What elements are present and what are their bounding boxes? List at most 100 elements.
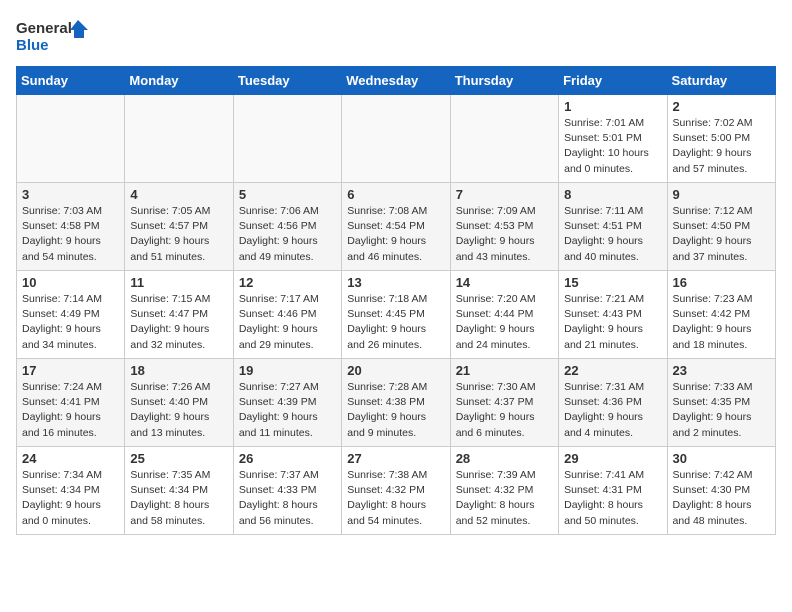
day-number: 30 bbox=[673, 451, 770, 466]
weekday-header-friday: Friday bbox=[559, 67, 667, 95]
day-info: Sunrise: 7:14 AMSunset: 4:49 PMDaylight:… bbox=[22, 292, 119, 353]
day-info: Sunrise: 7:15 AMSunset: 4:47 PMDaylight:… bbox=[130, 292, 227, 353]
calendar-cell: 21Sunrise: 7:30 AMSunset: 4:37 PMDayligh… bbox=[450, 359, 558, 447]
day-number: 28 bbox=[456, 451, 553, 466]
calendar-cell: 3 Sunrise: 7:03 AMSunset: 4:58 PMDaylight… bbox=[17, 183, 125, 271]
day-number: 13 bbox=[347, 275, 444, 290]
day-info: Sunrise: 7:09 AMSunset: 4:53 PMDaylight:… bbox=[456, 204, 553, 265]
day-number: 11 bbox=[130, 275, 227, 290]
day-info: Sunrise: 7:05 AMSunset: 4:57 PMDaylight:… bbox=[130, 204, 227, 265]
calendar-cell: 18 Sunrise: 7:26 AMSunset: 4:40 PMDayligh… bbox=[125, 359, 233, 447]
calendar-cell: 23 Sunrise: 7:33 AMSunset: 4:35 PMDayligh… bbox=[667, 359, 775, 447]
weekday-header-thursday: Thursday bbox=[450, 67, 558, 95]
calendar-header-row: SundayMondayTuesdayWednesdayThursdayFrid… bbox=[17, 67, 776, 95]
day-info: Sunrise: 7:33 AMSunset: 4:35 PMDaylight:… bbox=[673, 380, 770, 441]
day-info: Sunrise: 7:31 AMSunset: 4:36 PMDaylight:… bbox=[564, 380, 661, 441]
calendar-cell: 27Sunrise: 7:38 AMSunset: 4:32 PMDayligh… bbox=[342, 447, 450, 535]
day-info: Sunrise: 7:18 AMSunset: 4:45 PMDaylight:… bbox=[347, 292, 444, 353]
calendar-table: SundayMondayTuesdayWednesdayThursdayFrid… bbox=[16, 66, 776, 535]
calendar-cell: 7 Sunrise: 7:09 AMSunset: 4:53 PMDaylight… bbox=[450, 183, 558, 271]
day-info: Sunrise: 7:21 AMSunset: 4:43 PMDaylight:… bbox=[564, 292, 661, 353]
day-number: 19 bbox=[239, 363, 336, 378]
calendar-cell: 19 Sunrise: 7:27 AMSunset: 4:39 PMDayligh… bbox=[233, 359, 341, 447]
weekday-header-wednesday: Wednesday bbox=[342, 67, 450, 95]
day-info: Sunrise: 7:08 AMSunset: 4:54 PMDaylight:… bbox=[347, 204, 444, 265]
day-number: 16 bbox=[673, 275, 770, 290]
day-number: 18 bbox=[130, 363, 227, 378]
logo-icon: GeneralBlue bbox=[16, 16, 96, 56]
weekday-header-tuesday: Tuesday bbox=[233, 67, 341, 95]
calendar-cell bbox=[233, 95, 341, 183]
day-number: 7 bbox=[456, 187, 553, 202]
calendar-cell: 29 Sunrise: 7:41 AMSunset: 4:31 PMDayligh… bbox=[559, 447, 667, 535]
calendar-cell bbox=[17, 95, 125, 183]
day-number: 5 bbox=[239, 187, 336, 202]
day-number: 9 bbox=[673, 187, 770, 202]
calendar-cell: 17 Sunrise: 7:24 AMSunset: 4:41 PMDayligh… bbox=[17, 359, 125, 447]
day-info: Sunrise: 7:23 AMSunset: 4:42 PMDaylight:… bbox=[673, 292, 770, 353]
calendar-cell: 20 Sunrise: 7:28 AMSunset: 4:38 PMDayligh… bbox=[342, 359, 450, 447]
day-info: Sunrise: 7:06 AMSunset: 4:56 PMDaylight:… bbox=[239, 204, 336, 265]
weekday-header-monday: Monday bbox=[125, 67, 233, 95]
day-number: 15 bbox=[564, 275, 661, 290]
calendar-cell: 2 Sunrise: 7:02 AMSunset: 5:00 PMDaylight… bbox=[667, 95, 775, 183]
day-info: Sunrise: 7:02 AMSunset: 5:00 PMDaylight:… bbox=[673, 116, 770, 177]
day-number: 26 bbox=[239, 451, 336, 466]
calendar-cell: 30 Sunrise: 7:42 AMSunset: 4:30 PMDayligh… bbox=[667, 447, 775, 535]
day-info: Sunrise: 7:41 AMSunset: 4:31 PMDaylight:… bbox=[564, 468, 661, 529]
calendar-cell: 22 Sunrise: 7:31 AMSunset: 4:36 PMDayligh… bbox=[559, 359, 667, 447]
calendar-cell: 6 Sunrise: 7:08 AMSunset: 4:54 PMDaylight… bbox=[342, 183, 450, 271]
day-info: Sunrise: 7:03 AMSunset: 4:58 PMDaylight:… bbox=[22, 204, 119, 265]
calendar-cell bbox=[342, 95, 450, 183]
day-number: 29 bbox=[564, 451, 661, 466]
day-info: Sunrise: 7:42 AMSunset: 4:30 PMDaylight:… bbox=[673, 468, 770, 529]
calendar-cell: 8Sunrise: 7:11 AMSunset: 4:51 PMDaylight… bbox=[559, 183, 667, 271]
day-info: Sunrise: 7:20 AMSunset: 4:44 PMDaylight:… bbox=[456, 292, 553, 353]
day-info: Sunrise: 7:28 AMSunset: 4:38 PMDaylight:… bbox=[347, 380, 444, 441]
day-info: Sunrise: 7:26 AMSunset: 4:40 PMDaylight:… bbox=[130, 380, 227, 441]
calendar-cell bbox=[125, 95, 233, 183]
calendar-cell: 5 Sunrise: 7:06 AMSunset: 4:56 PMDaylight… bbox=[233, 183, 341, 271]
day-info: Sunrise: 7:17 AMSunset: 4:46 PMDaylight:… bbox=[239, 292, 336, 353]
day-number: 8 bbox=[564, 187, 661, 202]
calendar-cell: 10 Sunrise: 7:14 AMSunset: 4:49 PMDayligh… bbox=[17, 271, 125, 359]
day-number: 17 bbox=[22, 363, 119, 378]
calendar-cell: 28Sunrise: 7:39 AMSunset: 4:32 PMDayligh… bbox=[450, 447, 558, 535]
day-number: 23 bbox=[673, 363, 770, 378]
day-number: 2 bbox=[673, 99, 770, 114]
day-info: Sunrise: 7:27 AMSunset: 4:39 PMDaylight:… bbox=[239, 380, 336, 441]
calendar-cell: 14 Sunrise: 7:20 AMSunset: 4:44 PMDayligh… bbox=[450, 271, 558, 359]
calendar-cell: 4 Sunrise: 7:05 AMSunset: 4:57 PMDaylight… bbox=[125, 183, 233, 271]
day-info: Sunrise: 7:01 AMSunset: 5:01 PMDaylight:… bbox=[564, 116, 661, 177]
calendar-week-1: 1Sunrise: 7:01 AMSunset: 5:01 PMDaylight… bbox=[17, 95, 776, 183]
day-number: 4 bbox=[130, 187, 227, 202]
weekday-header-sunday: Sunday bbox=[17, 67, 125, 95]
calendar-week-5: 24 Sunrise: 7:34 AMSunset: 4:34 PMDayligh… bbox=[17, 447, 776, 535]
day-info: Sunrise: 7:34 AMSunset: 4:34 PMDaylight:… bbox=[22, 468, 119, 529]
svg-text:General: General bbox=[16, 20, 72, 37]
calendar-cell: 9 Sunrise: 7:12 AMSunset: 4:50 PMDaylight… bbox=[667, 183, 775, 271]
day-number: 10 bbox=[22, 275, 119, 290]
day-info: Sunrise: 7:24 AMSunset: 4:41 PMDaylight:… bbox=[22, 380, 119, 441]
day-info: Sunrise: 7:37 AMSunset: 4:33 PMDaylight:… bbox=[239, 468, 336, 529]
calendar-cell: 1Sunrise: 7:01 AMSunset: 5:01 PMDaylight… bbox=[559, 95, 667, 183]
calendar-cell: 13 Sunrise: 7:18 AMSunset: 4:45 PMDayligh… bbox=[342, 271, 450, 359]
day-number: 6 bbox=[347, 187, 444, 202]
day-number: 12 bbox=[239, 275, 336, 290]
calendar-week-4: 17 Sunrise: 7:24 AMSunset: 4:41 PMDayligh… bbox=[17, 359, 776, 447]
calendar-cell bbox=[450, 95, 558, 183]
calendar-cell: 12 Sunrise: 7:17 AMSunset: 4:46 PMDayligh… bbox=[233, 271, 341, 359]
day-number: 14 bbox=[456, 275, 553, 290]
svg-text:Blue: Blue bbox=[16, 37, 49, 54]
day-info: Sunrise: 7:35 AMSunset: 4:34 PMDaylight:… bbox=[130, 468, 227, 529]
calendar-week-3: 10 Sunrise: 7:14 AMSunset: 4:49 PMDayligh… bbox=[17, 271, 776, 359]
calendar-week-2: 3 Sunrise: 7:03 AMSunset: 4:58 PMDaylight… bbox=[17, 183, 776, 271]
day-number: 22 bbox=[564, 363, 661, 378]
day-number: 20 bbox=[347, 363, 444, 378]
day-number: 24 bbox=[22, 451, 119, 466]
calendar-cell: 24 Sunrise: 7:34 AMSunset: 4:34 PMDayligh… bbox=[17, 447, 125, 535]
day-info: Sunrise: 7:38 AMSunset: 4:32 PMDaylight:… bbox=[347, 468, 444, 529]
day-info: Sunrise: 7:12 AMSunset: 4:50 PMDaylight:… bbox=[673, 204, 770, 265]
day-number: 3 bbox=[22, 187, 119, 202]
weekday-header-saturday: Saturday bbox=[667, 67, 775, 95]
